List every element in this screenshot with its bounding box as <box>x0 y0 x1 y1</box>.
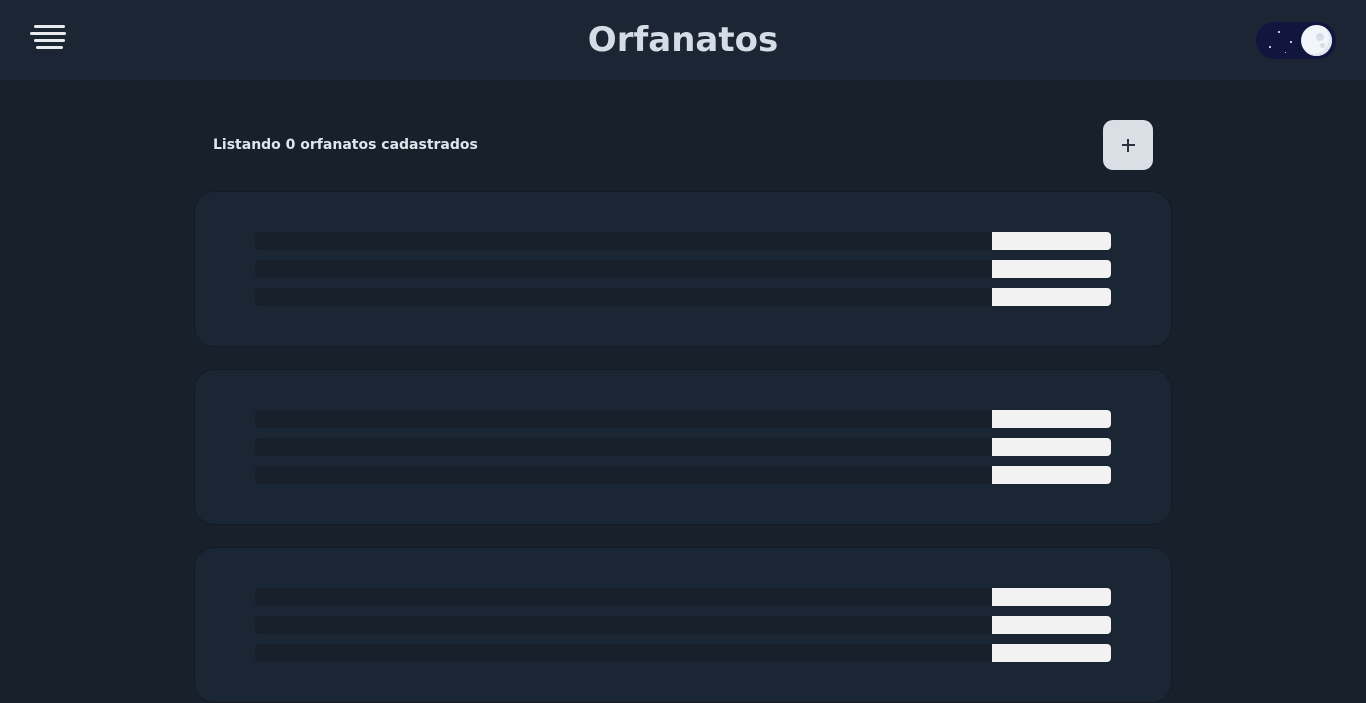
skeleton-line <box>255 644 1111 662</box>
skeleton-line <box>255 410 1111 428</box>
skeleton-line <box>255 288 1111 306</box>
skeleton-line <box>255 466 1111 484</box>
orphanage-card-skeleton <box>194 547 1172 703</box>
page-title: Orfanatos <box>587 20 779 60</box>
moon-icon <box>1301 25 1332 56</box>
skeleton-line <box>255 438 1111 456</box>
star-icon <box>1269 46 1271 48</box>
skeleton-line <box>255 260 1111 278</box>
star-icon <box>1278 31 1280 33</box>
app-header: Orfanatos <box>0 0 1366 80</box>
skeleton-line <box>255 232 1111 250</box>
skeleton-line <box>255 588 1111 606</box>
orphanage-count-text: Listando 0 orfanatos cadastrados <box>213 137 478 153</box>
skeleton-line <box>255 616 1111 634</box>
orphanage-card-skeleton <box>194 369 1172 525</box>
theme-toggle[interactable] <box>1256 22 1336 59</box>
add-orphanage-button[interactable] <box>1103 120 1153 170</box>
orphanage-card-skeleton <box>194 191 1172 347</box>
star-icon <box>1285 52 1286 53</box>
star-icon <box>1290 41 1292 43</box>
